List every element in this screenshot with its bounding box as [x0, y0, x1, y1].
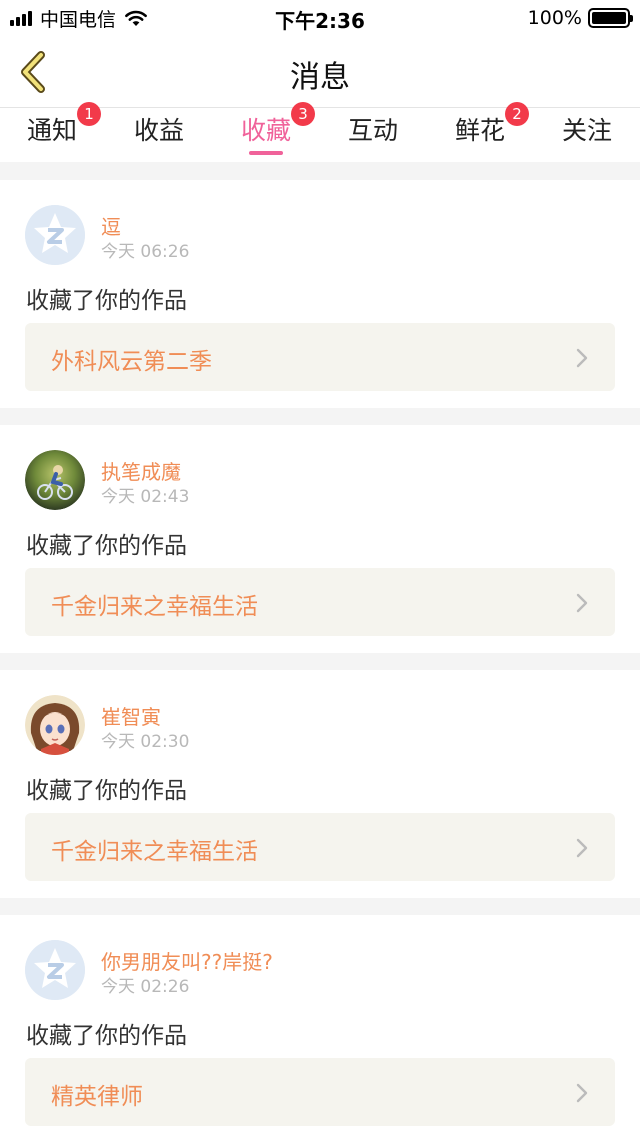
tab-label: 鲜花 2 — [454, 102, 529, 154]
tab-following[interactable]: 关注 — [537, 108, 637, 162]
action-text: 收藏了你的作品 — [26, 533, 187, 559]
chevron-right-icon — [576, 838, 588, 858]
chevron-right-icon — [576, 348, 588, 368]
tab-label: 收益 — [134, 108, 184, 154]
tab-text: 通知 — [26, 116, 77, 145]
work-link[interactable]: 精英律师 — [25, 1058, 615, 1126]
work-title: 外科风云第二季 — [51, 349, 212, 375]
tab-bar: 通知 1 收益 收藏 3 互动 鲜花 2 关注 — [0, 102, 640, 162]
work-title: 千金归来之幸福生活 — [51, 839, 258, 865]
action-text: 收藏了你的作品 — [26, 778, 187, 804]
tab-label: 收藏 3 — [240, 102, 315, 154]
tab-interactions[interactable]: 互动 — [323, 108, 423, 162]
status-bar: 中国电信 下午2:36 100% — [0, 0, 640, 36]
battery-percent: 100% — [527, 7, 582, 29]
timestamp: 今天 02:26 — [101, 977, 190, 997]
timestamp: 今天 02:43 — [101, 487, 190, 507]
message-card: 崔智寅 今天 02:30 收藏了你的作品 千金归来之幸福生活 — [0, 670, 640, 898]
work-link[interactable]: 千金归来之幸福生活 — [25, 568, 615, 636]
nav-bar: 消息 — [0, 36, 640, 108]
tab-text: 收益 — [133, 116, 184, 145]
message-card: 执笔成魔 今天 02:43 收藏了你的作品 千金归来之幸福生活 — [0, 425, 640, 653]
username[interactable]: 崔智寅 — [101, 701, 161, 730]
tab-notifications[interactable]: 通知 1 — [2, 102, 102, 162]
avatar[interactable] — [25, 450, 85, 510]
anime-avatar — [25, 695, 85, 755]
active-tab-indicator — [249, 151, 283, 155]
username[interactable]: 执笔成魔 — [101, 456, 181, 485]
tab-favorites[interactable]: 收藏 3 — [216, 102, 316, 162]
action-text: 收藏了你的作品 — [26, 1023, 187, 1049]
unread-badge: 3 — [291, 102, 315, 126]
work-title: 精英律师 — [51, 1084, 143, 1110]
tab-earnings[interactable]: 收益 — [109, 108, 209, 162]
work-title: 千金归来之幸福生活 — [51, 594, 258, 620]
unread-badge: 1 — [77, 102, 101, 126]
status-right: 100% — [527, 5, 633, 31]
default-avatar-icon — [25, 940, 85, 1000]
timestamp: 今天 06:26 — [101, 242, 190, 262]
default-avatar-icon — [25, 205, 85, 265]
username[interactable]: 逗 — [101, 211, 121, 240]
tab-label: 关注 — [562, 108, 612, 154]
tab-text: 鲜花 — [454, 116, 505, 145]
tab-text: 互动 — [347, 116, 398, 145]
tab-text: 关注 — [561, 116, 612, 145]
tab-flowers[interactable]: 鲜花 2 — [430, 102, 530, 162]
chevron-right-icon — [576, 593, 588, 613]
tab-text: 收藏 — [240, 116, 291, 145]
work-link[interactable]: 外科风云第二季 — [25, 323, 615, 391]
battery-icon — [588, 8, 633, 28]
unread-badge: 2 — [505, 102, 529, 126]
photo-avatar — [25, 450, 85, 510]
username[interactable]: 你男朋友叫??岸挺? — [101, 946, 273, 975]
avatar[interactable] — [25, 940, 85, 1000]
action-text: 收藏了你的作品 — [26, 288, 187, 314]
timestamp: 今天 02:30 — [101, 732, 190, 752]
work-link[interactable]: 千金归来之幸福生活 — [25, 813, 615, 881]
tab-label: 通知 1 — [26, 102, 101, 154]
page-title: 消息 — [290, 60, 350, 95]
message-card: 你男朋友叫??岸挺? 今天 02:26 收藏了你的作品 精英律师 — [0, 915, 640, 1139]
chevron-right-icon — [576, 1083, 588, 1103]
avatar[interactable] — [25, 205, 85, 265]
tab-label: 互动 — [348, 108, 398, 154]
avatar[interactable] — [25, 695, 85, 755]
message-card: 逗 今天 06:26 收藏了你的作品 外科风云第二季 — [0, 180, 640, 408]
